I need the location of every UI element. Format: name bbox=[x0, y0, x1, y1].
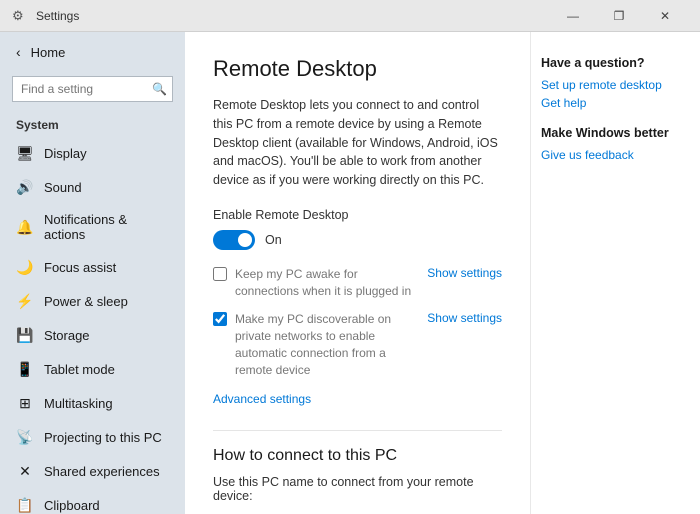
page-title: Remote Desktop bbox=[213, 56, 502, 82]
connect-desc: Use this PC name to connect from your re… bbox=[213, 475, 502, 503]
sidebar-item-label: Focus assist bbox=[44, 260, 116, 275]
projecting-icon: 📡 bbox=[16, 428, 34, 446]
settings-icon: ⚙ bbox=[12, 8, 28, 24]
checkbox-row-2: Make my PC discoverable on private netwo… bbox=[213, 311, 502, 378]
close-button[interactable]: ✕ bbox=[642, 0, 688, 32]
clipboard-icon: 📋 bbox=[16, 496, 34, 514]
search-box[interactable]: 🔍 bbox=[12, 76, 173, 102]
sidebar-item-label: Power & sleep bbox=[44, 294, 128, 309]
sidebar-item-power[interactable]: ⚡ Power & sleep bbox=[0, 284, 185, 318]
sidebar-item-label: Display bbox=[44, 146, 87, 161]
sidebar-item-sound[interactable]: 🔊 Sound bbox=[0, 170, 185, 204]
sidebar-item-clipboard[interactable]: 📋 Clipboard bbox=[0, 488, 185, 514]
keep-awake-label: Keep my PC awake for connections when it… bbox=[235, 266, 415, 300]
feedback-section: Make Windows better Give us feedback bbox=[541, 126, 686, 162]
app-container: ‹ Home 🔍 System 🖥 Display 🔊 Sound 🔔 Noti… bbox=[0, 32, 700, 514]
sidebar-item-label: Projecting to this PC bbox=[44, 430, 162, 445]
multitasking-icon: ⊞ bbox=[16, 394, 34, 412]
main-content: Remote Desktop Remote Desktop lets you c… bbox=[185, 32, 530, 514]
sound-icon: 🔊 bbox=[16, 178, 34, 196]
sidebar-item-storage[interactable]: 💾 Storage bbox=[0, 318, 185, 352]
checkbox-row-1: Keep my PC awake for connections when it… bbox=[213, 266, 502, 300]
discoverable-label: Make my PC discoverable on private netwo… bbox=[235, 311, 415, 378]
show-settings-link-1[interactable]: Show settings bbox=[427, 266, 502, 280]
show-settings-link-2[interactable]: Show settings bbox=[427, 311, 502, 325]
sidebar-item-label: Tablet mode bbox=[44, 362, 115, 377]
display-icon: 🖥 bbox=[16, 144, 34, 162]
checkbox-wrapper-2: Make my PC discoverable on private netwo… bbox=[213, 311, 415, 378]
sidebar-back-label: Home bbox=[31, 45, 66, 60]
sidebar-item-projecting[interactable]: 📡 Projecting to this PC bbox=[0, 420, 185, 454]
get-help-link[interactable]: Get help bbox=[541, 96, 686, 110]
sidebar-item-label: Sound bbox=[44, 180, 82, 195]
minimize-button[interactable]: — bbox=[550, 0, 596, 32]
sidebar-item-multitasking[interactable]: ⊞ Multitasking bbox=[0, 386, 185, 420]
maximize-button[interactable]: ❐ bbox=[596, 0, 642, 32]
discoverable-checkbox[interactable] bbox=[213, 312, 227, 326]
shared-icon: ✕ bbox=[16, 462, 34, 480]
feedback-link[interactable]: Give us feedback bbox=[541, 148, 686, 162]
sidebar-item-label: Clipboard bbox=[44, 498, 100, 513]
storage-icon: 💾 bbox=[16, 326, 34, 344]
title-bar-title: Settings bbox=[36, 9, 550, 23]
page-description: Remote Desktop lets you connect to and c… bbox=[213, 96, 502, 190]
notifications-icon: 🔔 bbox=[16, 218, 34, 236]
focus-icon: 🌙 bbox=[16, 258, 34, 276]
title-bar: ⚙ Settings — ❐ ✕ bbox=[0, 0, 700, 32]
toggle-row: On bbox=[213, 230, 502, 250]
window-controls: — ❐ ✕ bbox=[550, 0, 688, 32]
keep-awake-checkbox[interactable] bbox=[213, 267, 227, 281]
sidebar-item-label: Notifications & actions bbox=[44, 212, 169, 242]
tablet-icon: 📱 bbox=[16, 360, 34, 378]
sidebar-item-label: Shared experiences bbox=[44, 464, 160, 479]
remote-desktop-toggle[interactable] bbox=[213, 230, 255, 250]
back-arrow-icon: ‹ bbox=[16, 44, 21, 60]
right-panel: Have a question? Set up remote desktop G… bbox=[530, 32, 700, 514]
sidebar-item-notifications[interactable]: 🔔 Notifications & actions bbox=[0, 204, 185, 250]
how-to-title: How to connect to this PC bbox=[213, 447, 502, 465]
question-title: Have a question? bbox=[541, 56, 686, 70]
sidebar: ‹ Home 🔍 System 🖥 Display 🔊 Sound 🔔 Noti… bbox=[0, 32, 185, 514]
feedback-title: Make Windows better bbox=[541, 126, 686, 140]
sidebar-section-label: System bbox=[0, 110, 185, 136]
search-input[interactable] bbox=[12, 76, 173, 102]
sidebar-item-label: Storage bbox=[44, 328, 90, 343]
sidebar-back-button[interactable]: ‹ Home bbox=[0, 32, 185, 72]
sidebar-item-tablet[interactable]: 📱 Tablet mode bbox=[0, 352, 185, 386]
sidebar-item-label: Multitasking bbox=[44, 396, 113, 411]
sidebar-item-focus[interactable]: 🌙 Focus assist bbox=[0, 250, 185, 284]
advanced-settings-link[interactable]: Advanced settings bbox=[213, 392, 311, 406]
sidebar-item-shared[interactable]: ✕ Shared experiences bbox=[0, 454, 185, 488]
sidebar-item-display[interactable]: 🖥 Display bbox=[0, 136, 185, 170]
divider-1 bbox=[213, 430, 502, 431]
setup-remote-link[interactable]: Set up remote desktop bbox=[541, 78, 686, 92]
checkbox-wrapper-1: Keep my PC awake for connections when it… bbox=[213, 266, 415, 300]
toggle-state-label: On bbox=[265, 233, 282, 247]
enable-label: Enable Remote Desktop bbox=[213, 208, 502, 222]
power-icon: ⚡ bbox=[16, 292, 34, 310]
search-icon: 🔍 bbox=[152, 82, 167, 96]
